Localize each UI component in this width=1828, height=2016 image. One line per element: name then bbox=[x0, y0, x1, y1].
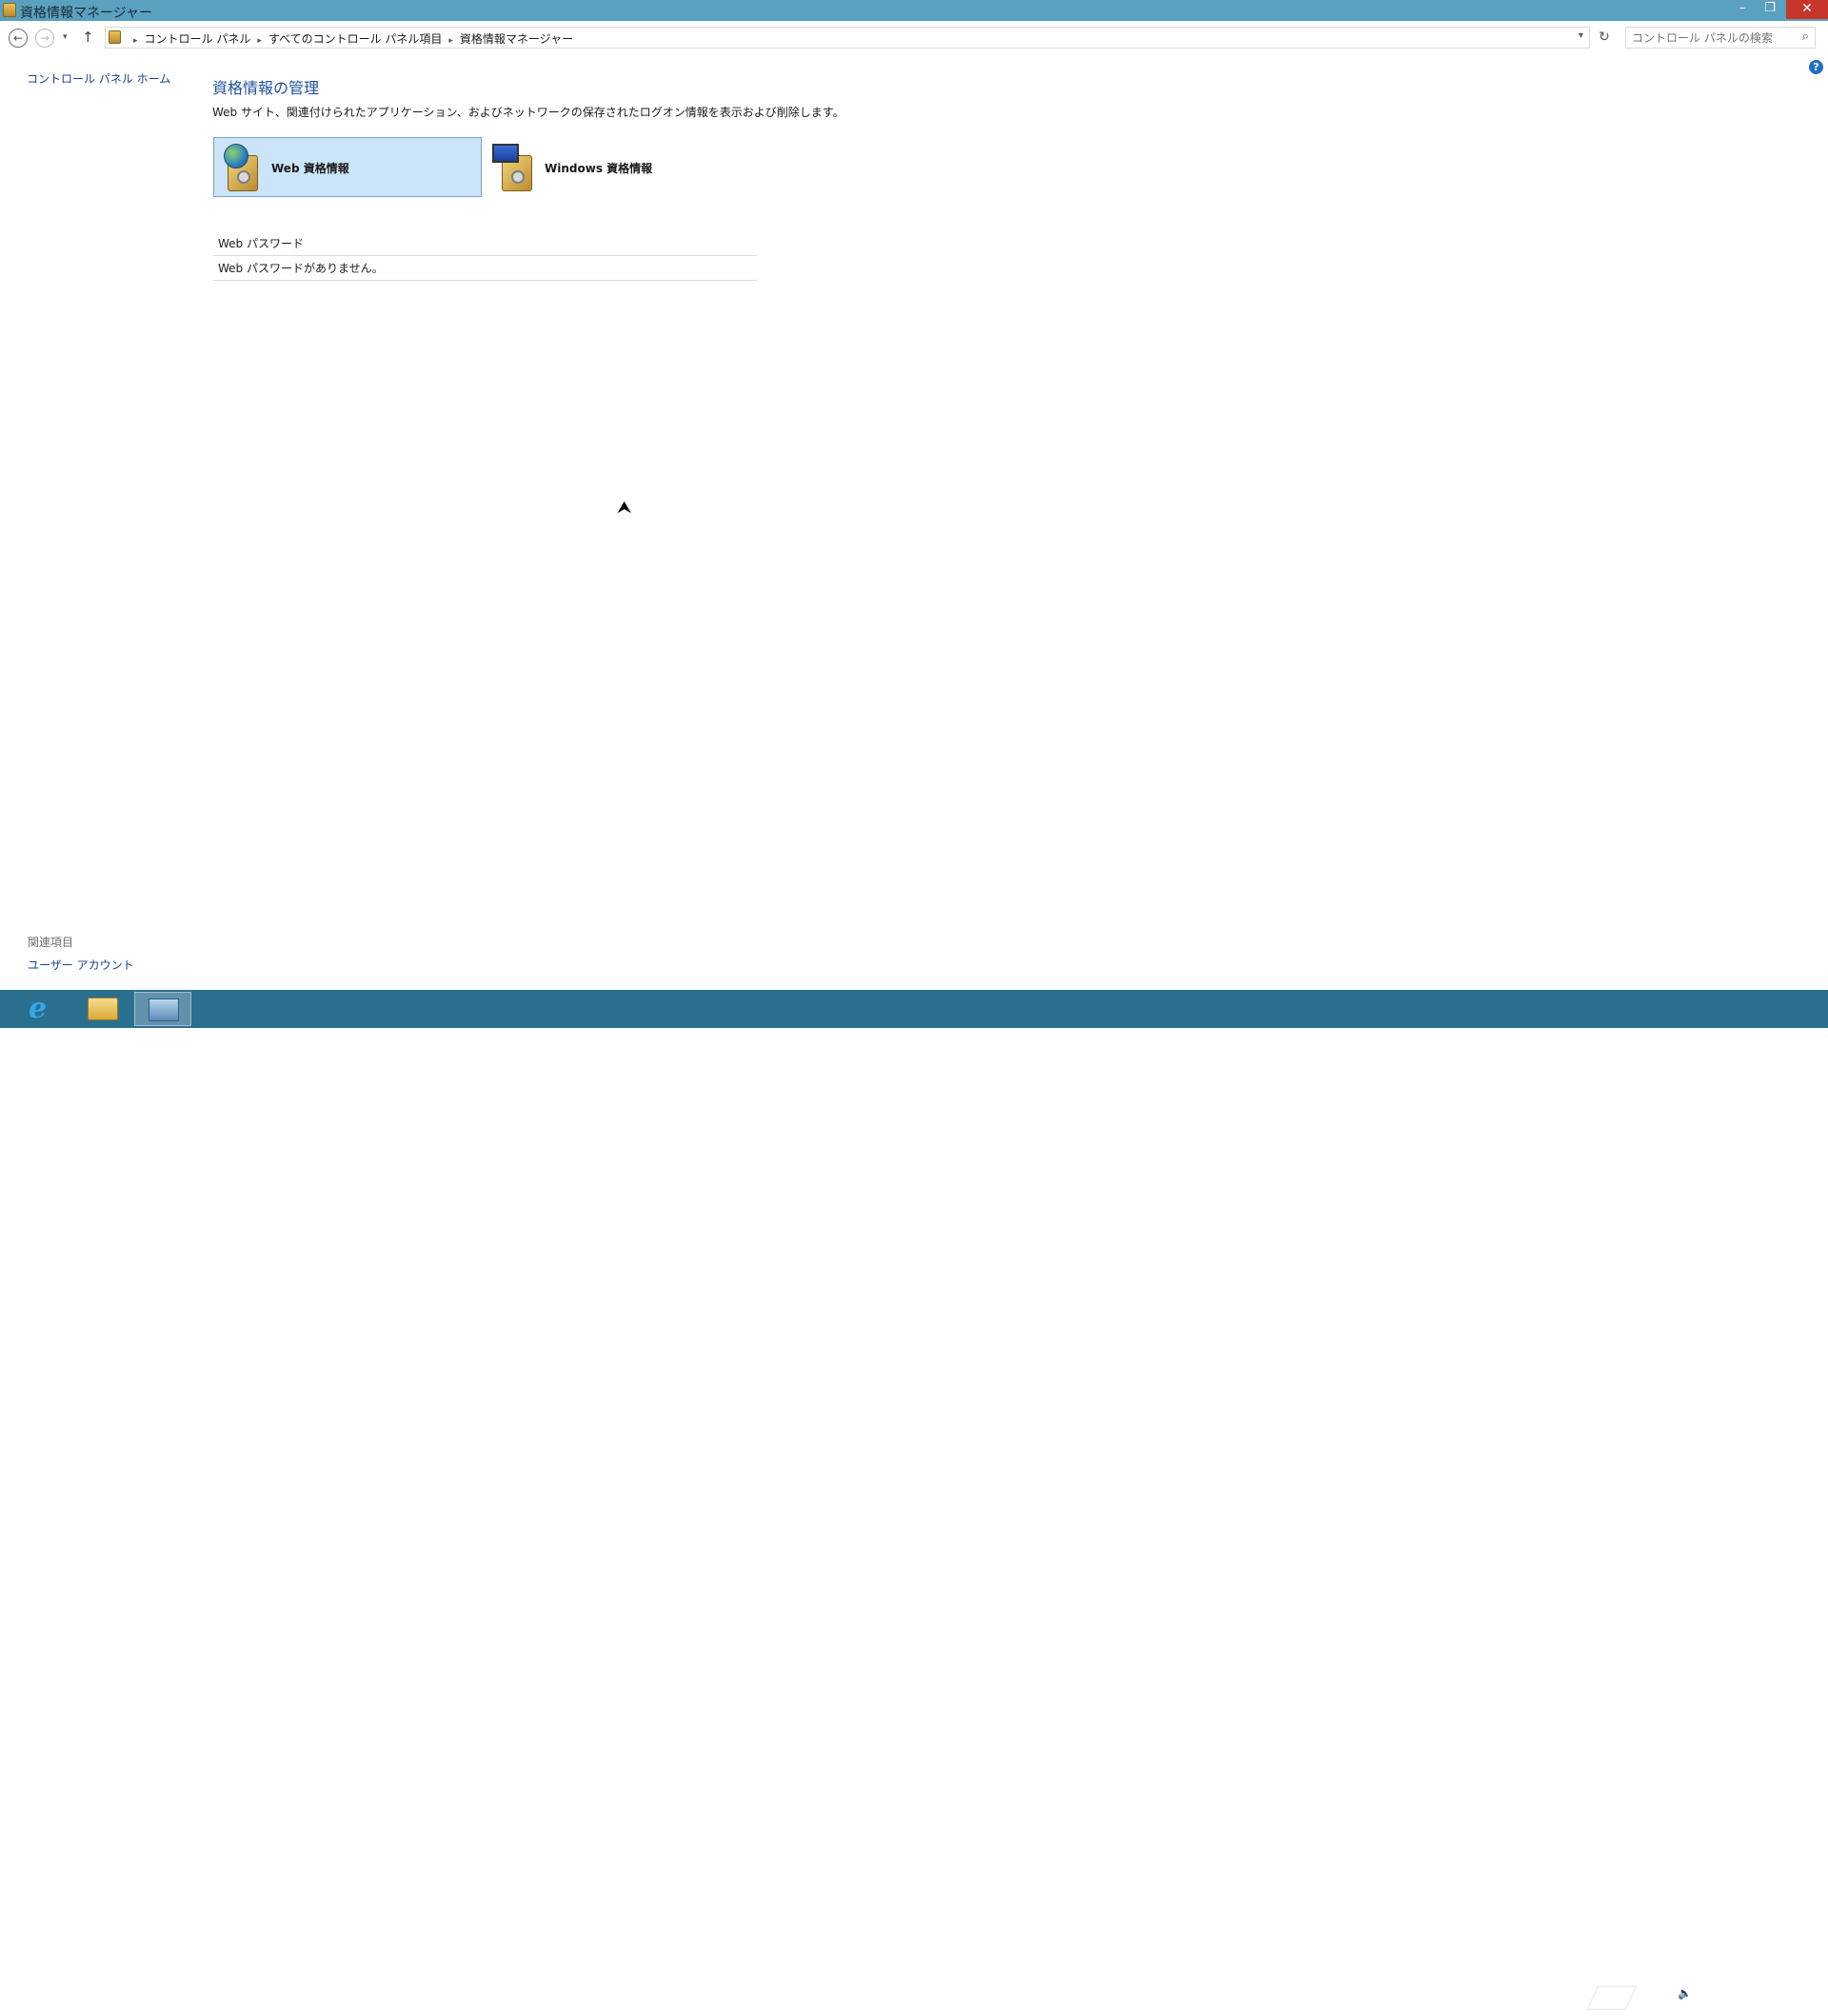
monitor-icon bbox=[492, 144, 519, 163]
up-button[interactable]: ↑ bbox=[82, 29, 94, 46]
address-dropdown-icon[interactable]: ▾ bbox=[1579, 30, 1583, 41]
navigation-bar: ← → ▾ ↑ ▸ コントロール パネル ▸ すべてのコントロール パネル項目 ▸ 資格情… bbox=[0, 24, 1828, 52]
internet-explorer-icon: e bbox=[29, 992, 48, 1025]
mouse-pointer-icon: ⮝ bbox=[617, 498, 632, 518]
taskbar-control-panel[interactable] bbox=[134, 992, 191, 1026]
credential-manager-icon bbox=[3, 3, 16, 17]
back-button[interactable]: ← bbox=[9, 29, 28, 48]
taskbar: e The Collection Book ⚑ ⊞ 🔈 日本 9:19 2013… bbox=[0, 990, 1828, 2014]
address-bar[interactable]: ▸ コントロール パネル ▸ すべてのコントロール パネル項目 ▸ 資格情報マネージャー … bbox=[105, 27, 1590, 49]
clock-time[interactable]: 9:19 bbox=[1765, 1985, 1791, 1998]
tab-web-credentials-label: Web 資格情報 bbox=[271, 162, 349, 175]
breadcrumb: ▸ コントロール パネル ▸ すべてのコントロール パネル項目 ▸ 資格情報マネージャー bbox=[127, 30, 573, 47]
breadcrumb-all-items[interactable]: すべてのコントロール パネル項目 bbox=[268, 32, 443, 46]
watermark-text: The Collection Book bbox=[1649, 1983, 1824, 2003]
breadcrumb-separator-icon[interactable]: ▸ bbox=[133, 36, 138, 46]
control-panel-icon bbox=[109, 30, 121, 44]
control-panel-home-link[interactable]: コントロール パネル ホーム bbox=[27, 70, 170, 87]
tab-windows-credentials[interactable]: Windows 資格情報 bbox=[487, 137, 756, 197]
control-panel-icon bbox=[149, 998, 179, 1021]
window-title: 資格情報マネージャー bbox=[20, 6, 153, 21]
globe-icon bbox=[224, 144, 248, 168]
folder-icon bbox=[88, 998, 118, 1020]
minimize-button[interactable]: – bbox=[1729, 0, 1756, 19]
forward-button[interactable]: → bbox=[35, 29, 54, 48]
credential-manager-window: 資格情報マネージャー – ❐ ✕ ← → ▾ ↑ ▸ コントロール パネル ▸ すべて… bbox=[0, 0, 1828, 990]
network-icon[interactable]: ⊞ bbox=[1657, 1986, 1666, 2000]
refresh-icon[interactable]: ↻ bbox=[1593, 27, 1616, 49]
empty-message: Web パスワードがありません。 bbox=[213, 260, 757, 281]
clock-date[interactable]: 2013/06/04 bbox=[1746, 2001, 1812, 2014]
recent-locations-dropdown-icon[interactable]: ▾ bbox=[63, 32, 68, 42]
tab-windows-credentials-label: Windows 資格情報 bbox=[545, 162, 653, 175]
breadcrumb-control-panel[interactable]: コントロール パネル bbox=[145, 32, 251, 46]
web-passwords-heading: Web パスワード bbox=[213, 235, 757, 256]
search-box[interactable]: ⌕ bbox=[1625, 27, 1816, 49]
search-icon[interactable]: ⌕ bbox=[1802, 30, 1809, 44]
page-title: 資格情報の管理 bbox=[212, 79, 320, 97]
ime-indicator[interactable]: 日本 bbox=[1706, 1991, 1729, 2007]
action-center-flag-icon[interactable]: ⚑ bbox=[1634, 1986, 1644, 2000]
help-icon[interactable]: ? bbox=[1809, 60, 1823, 74]
close-button[interactable]: ✕ bbox=[1786, 0, 1828, 19]
page-description: Web サイト、関連付けられたアプリケーション、およびネットワークの保存されたロ… bbox=[212, 106, 844, 119]
search-input[interactable] bbox=[1632, 30, 1784, 46]
user-accounts-link[interactable]: ユーザー アカウント bbox=[28, 957, 134, 973]
volume-icon[interactable]: 🔈 bbox=[1678, 1986, 1692, 2000]
related-items-heading: 関連項目 bbox=[28, 936, 74, 949]
title-bar[interactable]: 資格情報マネージャー – ❐ ✕ bbox=[0, 0, 1828, 21]
breadcrumb-separator-icon[interactable]: ▸ bbox=[257, 36, 262, 46]
taskbar-file-explorer[interactable] bbox=[74, 992, 131, 1026]
tab-web-credentials[interactable]: Web 資格情報 bbox=[213, 137, 482, 197]
taskbar-internet-explorer[interactable]: e bbox=[15, 992, 72, 1026]
breadcrumb-credential-manager[interactable]: 資格情報マネージャー bbox=[460, 32, 573, 46]
breadcrumb-separator-icon[interactable]: ▸ bbox=[448, 36, 453, 46]
maximize-button[interactable]: ❐ bbox=[1757, 0, 1783, 19]
